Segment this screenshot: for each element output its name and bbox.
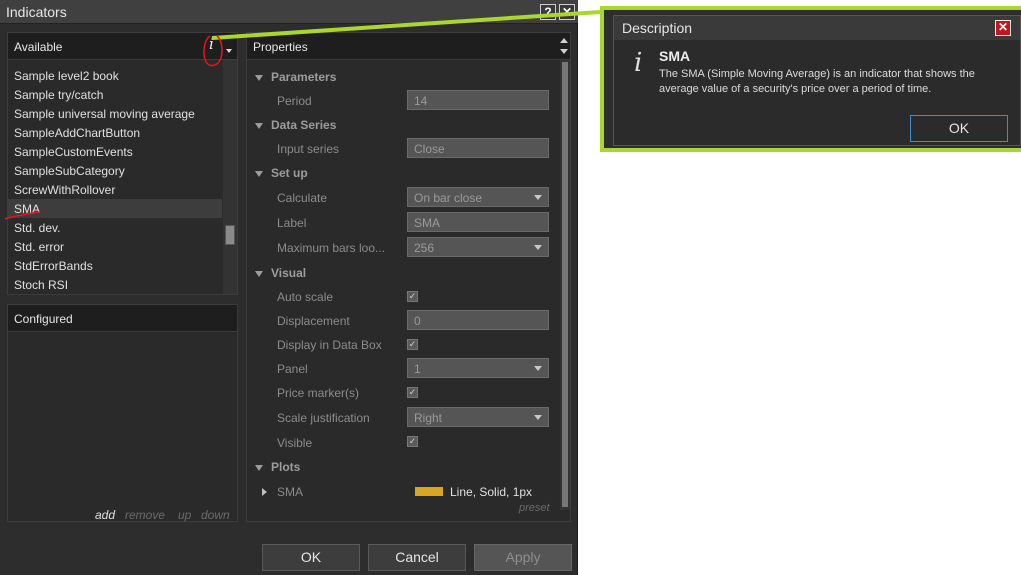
category-plots[interactable]: Plots xyxy=(255,460,300,474)
label-label: Label xyxy=(277,216,307,230)
display-in-data-box-label: Display in Data Box xyxy=(277,338,382,352)
down-link[interactable]: down xyxy=(201,508,230,522)
category-label: Parameters xyxy=(271,70,337,84)
description-title-bar[interactable]: Description ✕ xyxy=(614,16,1020,40)
list-item[interactable]: SampleAddChartButton xyxy=(8,123,222,142)
category-set-up[interactable]: Set up xyxy=(255,166,308,180)
properties-title: Properties xyxy=(253,40,308,54)
displacement-input[interactable]: 0 xyxy=(407,310,549,330)
period-input[interactable]: 14 xyxy=(407,90,549,110)
available-scrollbar[interactable] xyxy=(223,60,237,294)
list-item[interactable]: Std. error xyxy=(8,237,222,256)
category-label: Data Series xyxy=(271,118,337,132)
cancel-button[interactable]: Cancel xyxy=(368,544,466,571)
category-parameters[interactable]: Parameters xyxy=(255,70,336,84)
visible-checkbox[interactable]: ✓ xyxy=(407,436,418,447)
properties-header: Properties xyxy=(246,32,571,60)
collapse-icon[interactable] xyxy=(255,170,263,177)
max-bars-dropdown[interactable]: 256 xyxy=(407,237,549,257)
scale-justification-dropdown[interactable]: Right xyxy=(407,407,549,427)
calculate-value: On bar close xyxy=(414,191,483,205)
list-item-selected[interactable]: SMA xyxy=(8,199,222,218)
available-indicator-list[interactable]: Sample level2 book Sample try/catch Samp… xyxy=(7,60,238,295)
scroll-up-icon[interactable] xyxy=(560,38,568,43)
preset-link[interactable]: preset xyxy=(519,502,550,514)
configured-list[interactable]: add remove up down xyxy=(7,332,238,522)
list-item[interactable]: SampleSubCategory xyxy=(8,161,222,180)
description-close-button[interactable]: ✕ xyxy=(995,20,1011,36)
category-label: Plots xyxy=(271,460,301,474)
calculate-dropdown[interactable]: On bar close xyxy=(407,187,549,207)
list-item[interactable]: StdErrorBands xyxy=(8,256,222,275)
sma-plot-color-swatch[interactable] xyxy=(415,487,443,496)
panel-dropdown[interactable]: 1 xyxy=(407,358,549,378)
scroll-down-icon[interactable] xyxy=(560,49,568,54)
list-item[interactable]: Sample universal moving average xyxy=(8,104,222,123)
properties-scrollbar[interactable] xyxy=(560,60,570,510)
price-markers-label: Price marker(s) xyxy=(277,386,360,400)
available-scroll-thumb[interactable] xyxy=(225,225,235,245)
description-indicator-name: SMA xyxy=(659,48,691,64)
indicators-dialog: Indicators ? ✕ Available i Sample level2… xyxy=(0,0,578,575)
list-item[interactable]: Stoch RSI xyxy=(8,275,222,294)
auto-scale-checkbox[interactable]: ✓ xyxy=(407,291,418,302)
collapse-icon[interactable] xyxy=(255,464,263,471)
collapse-icon[interactable] xyxy=(255,74,263,81)
sma-plot-style[interactable]: Line, Solid, 1px xyxy=(450,485,532,499)
collapse-icon[interactable] xyxy=(255,122,263,129)
list-item[interactable]: Sample level2 book xyxy=(8,66,222,85)
displacement-label: Displacement xyxy=(277,314,350,328)
category-label: Visual xyxy=(271,266,307,280)
period-label: Period xyxy=(277,94,312,108)
panel-value: 1 xyxy=(414,362,421,376)
configured-header: Configured xyxy=(7,304,238,332)
description-dialog: Description ✕ i SMA The SMA (Simple Movi… xyxy=(613,15,1021,146)
window-title: Indicators xyxy=(6,4,67,20)
description-title: Description xyxy=(622,20,693,36)
available-header: Available i xyxy=(7,32,238,60)
list-item[interactable]: ScrewWithRollover xyxy=(8,180,222,199)
category-label: Set up xyxy=(271,166,308,180)
collapse-icon[interactable] xyxy=(255,270,263,277)
input-series-label: Input series xyxy=(277,142,340,156)
auto-scale-label: Auto scale xyxy=(277,290,334,304)
help-button[interactable]: ? xyxy=(540,4,556,20)
label-input[interactable]: SMA xyxy=(407,212,549,232)
expand-icon[interactable] xyxy=(262,488,267,496)
price-markers-checkbox[interactable]: ✓ xyxy=(407,387,418,398)
properties-scroll-thumb[interactable] xyxy=(562,62,568,507)
add-link[interactable]: add xyxy=(95,508,115,522)
description-text: The SMA (Simple Moving Average) is an in… xyxy=(659,68,975,95)
info-icon[interactable]: i xyxy=(209,35,214,53)
info-icon: i xyxy=(634,48,643,78)
visible-label: Visible xyxy=(277,436,313,450)
title-bar[interactable]: Indicators ? ✕ xyxy=(0,0,578,24)
properties-grid: Parameters Period 14 Data Series Input s… xyxy=(246,60,571,522)
list-item[interactable]: Std. dev. xyxy=(8,218,222,237)
panel-label: Panel xyxy=(277,362,308,376)
list-item[interactable]: Sample try/catch xyxy=(8,85,222,104)
up-link[interactable]: up xyxy=(178,508,191,522)
max-bars-value: 256 xyxy=(414,241,435,255)
category-data-series[interactable]: Data Series xyxy=(255,118,336,132)
description-ok-button[interactable]: OK xyxy=(910,115,1008,142)
configured-title: Configured xyxy=(14,312,73,326)
list-item[interactable]: SampleCustomEvents xyxy=(8,142,222,161)
max-bars-label: Maximum bars loo... xyxy=(277,241,386,255)
category-visual[interactable]: Visual xyxy=(255,266,306,280)
remove-link[interactable]: remove xyxy=(125,508,165,522)
apply-button[interactable]: Apply xyxy=(474,544,572,571)
close-button[interactable]: ✕ xyxy=(559,4,575,20)
display-in-data-box-checkbox[interactable]: ✓ xyxy=(407,339,418,350)
calculate-label: Calculate xyxy=(277,191,328,205)
scale-justification-label: Scale justification xyxy=(277,411,370,425)
input-series-field[interactable]: Close xyxy=(407,138,549,158)
scale-justification-value: Right xyxy=(414,411,443,425)
ok-button[interactable]: OK xyxy=(262,544,360,571)
available-title: Available xyxy=(14,40,63,54)
sma-plot-label: SMA xyxy=(277,485,304,499)
sort-dropdown-icon[interactable] xyxy=(226,49,232,53)
